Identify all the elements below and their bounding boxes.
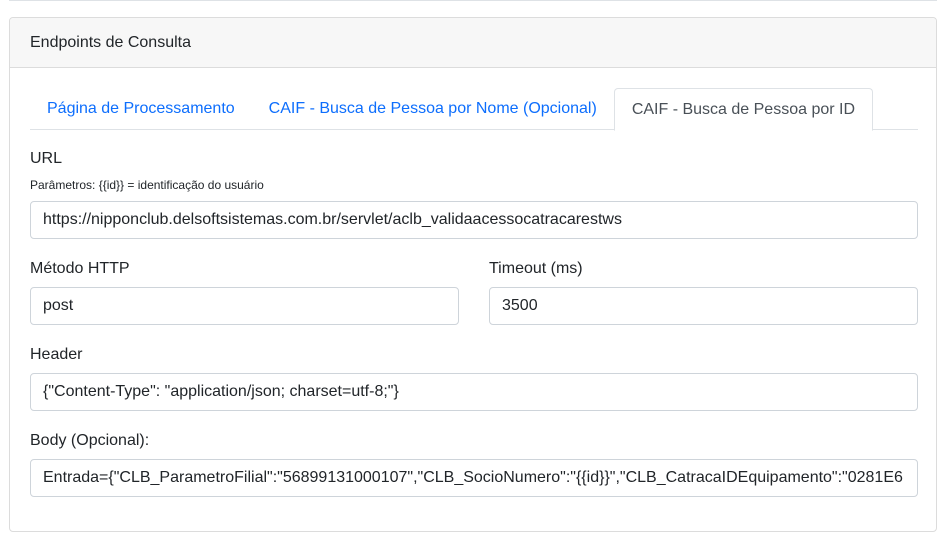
method-input[interactable] — [30, 287, 459, 325]
tab-search-by-name[interactable]: CAIF - Busca de Pessoa por Nome (Opciona… — [252, 88, 614, 130]
card-title: Endpoints de Consulta — [30, 33, 191, 51]
method-label: Método HTTP — [30, 260, 130, 277]
tab-search-by-id[interactable]: CAIF - Busca de Pessoa por ID — [613, 88, 874, 131]
tab-bar: Página de Processamento CAIF - Busca de … — [30, 88, 918, 131]
url-input[interactable] — [30, 201, 918, 239]
endpoints-card: Endpoints de Consulta Página de Processa… — [9, 17, 937, 532]
url-label: URL — [30, 150, 63, 167]
body-input[interactable] — [30, 459, 918, 497]
header-label: Header — [30, 346, 83, 363]
url-help-text: Parâmetros: {{id}} = identificação do us… — [30, 178, 264, 192]
tab-processing-page[interactable]: Página de Processamento — [30, 88, 252, 130]
header-input[interactable] — [30, 373, 918, 411]
body-label: Body (Opcional): — [30, 432, 150, 449]
timeout-input[interactable] — [489, 287, 918, 325]
top-divider — [9, 0, 937, 1]
timeout-label: Timeout (ms) — [489, 260, 583, 277]
card-header: Endpoints de Consulta — [10, 18, 936, 68]
